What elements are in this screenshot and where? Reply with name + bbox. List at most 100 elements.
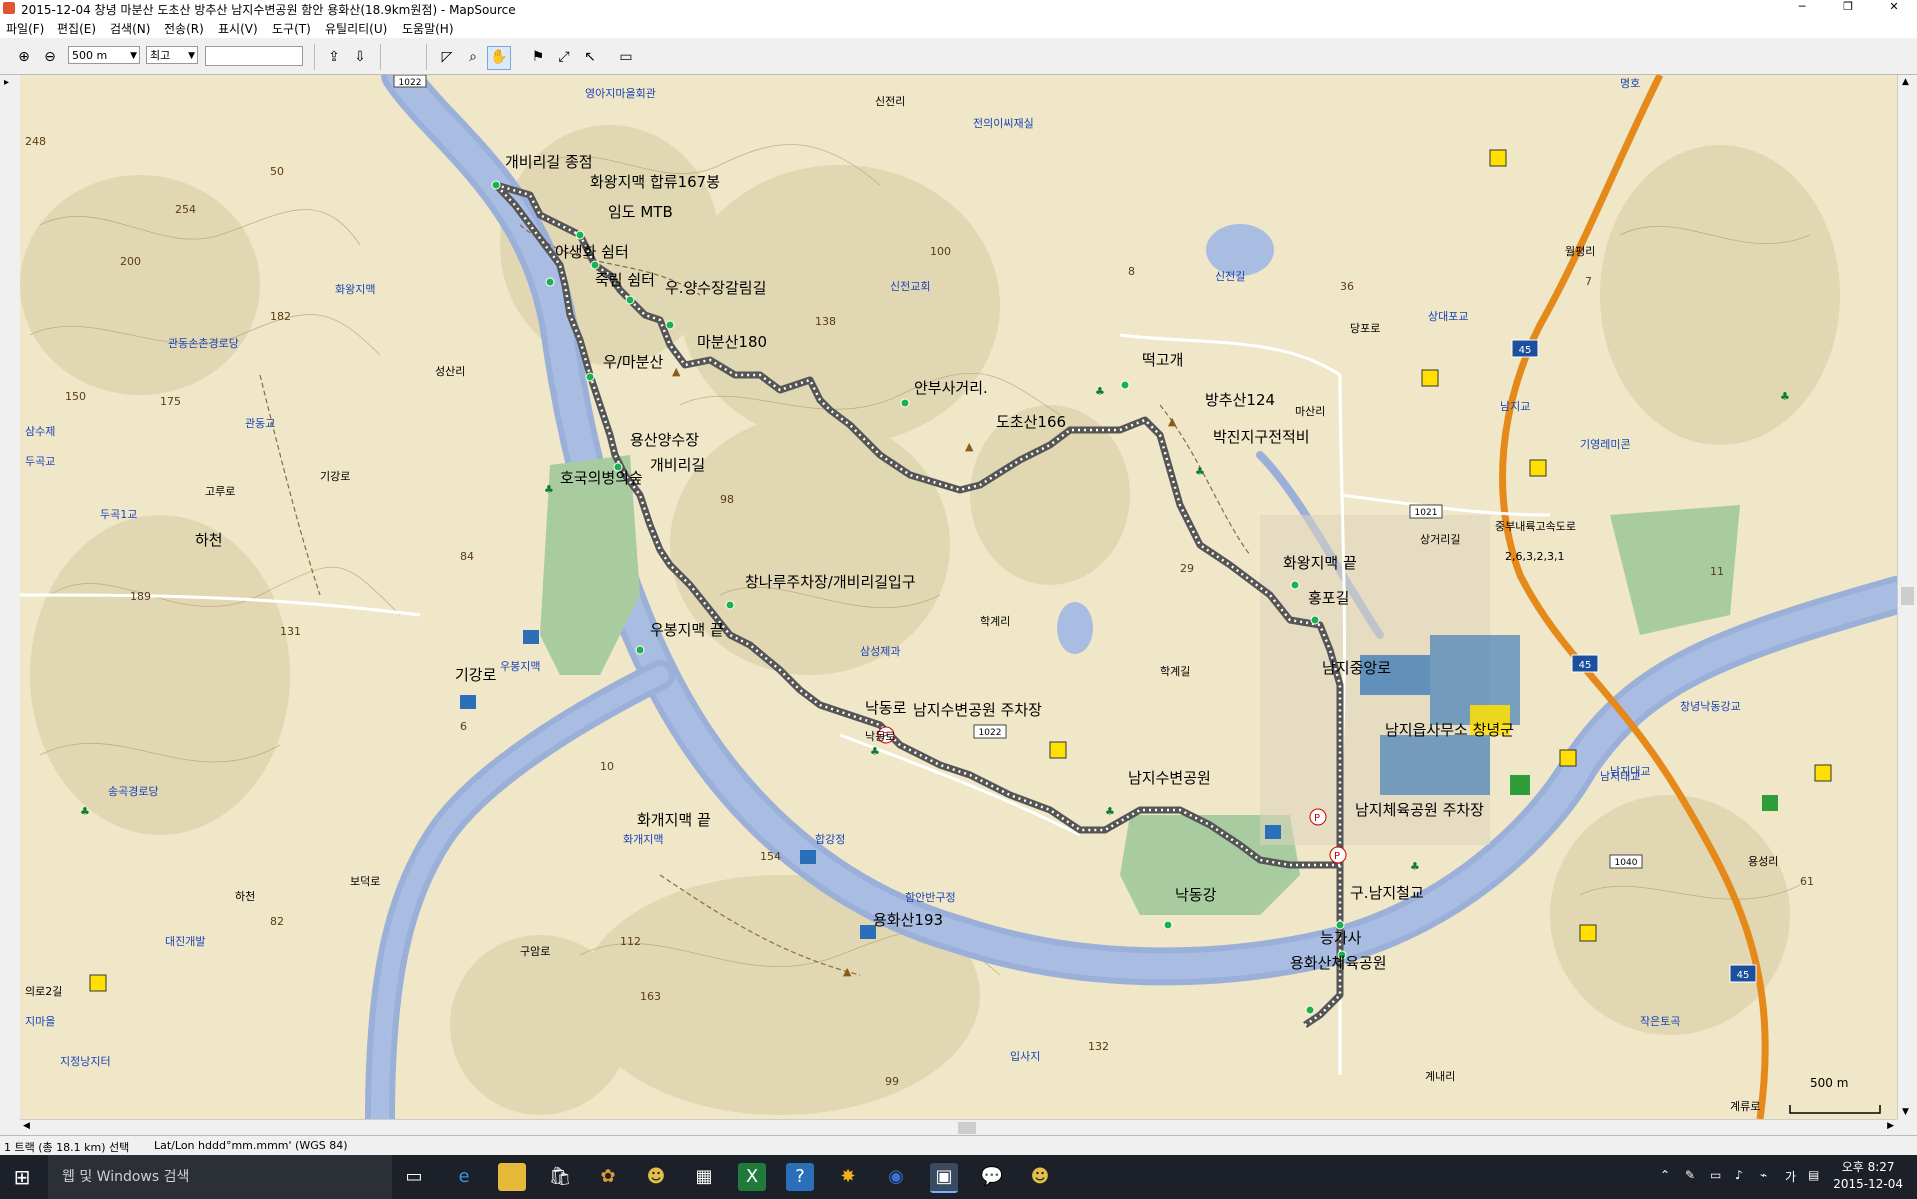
zoom-out-icon[interactable]: ⊖ xyxy=(38,46,62,70)
tray-app-icon[interactable]: ✎ xyxy=(1685,1168,1695,1182)
menu-file[interactable]: 파일(F) xyxy=(6,20,44,37)
route-tool-icon[interactable]: ⤢ xyxy=(552,46,576,70)
menu-tools[interactable]: 도구(T) xyxy=(272,20,311,37)
svg-text:▲: ▲ xyxy=(843,965,852,978)
app-icon[interactable]: ✿ xyxy=(594,1163,622,1191)
place-label: 합강정 xyxy=(815,833,845,846)
app-icon xyxy=(3,2,15,14)
messenger-icon[interactable]: 💬 xyxy=(978,1163,1006,1191)
elevation-number: 36 xyxy=(1340,280,1354,293)
start-windows-icon[interactable]: ⊞ xyxy=(8,1163,36,1191)
battery-icon[interactable]: ▭ xyxy=(1710,1168,1721,1182)
elevation-number: 112 xyxy=(620,935,641,948)
place-label: 낙동로 xyxy=(865,730,895,743)
system-clock[interactable]: 오후 8:27 2015-12-04 xyxy=(1833,1159,1903,1193)
notification-icon[interactable]: ▤ xyxy=(1808,1168,1819,1182)
svg-text:P: P xyxy=(1314,813,1320,824)
elevation-number: 7 xyxy=(1585,275,1592,288)
app-icon[interactable]: ✸ xyxy=(834,1163,862,1191)
menu-view[interactable]: 표시(V) xyxy=(218,20,258,37)
waypoint-tool-icon[interactable]: ⚑ xyxy=(526,46,550,70)
place-label: 관동교 xyxy=(245,417,275,430)
left-panel-strip: ▸ xyxy=(0,75,21,1135)
route-shield-45: 45 xyxy=(1571,654,1599,673)
map-view[interactable]: 1022 1022 1021 45 45 45 1040 ▲ ▲ ▲ ▲ ♣ ♣… xyxy=(20,75,1897,1119)
hand-tool-icon[interactable]: ✋ xyxy=(487,46,511,70)
file-explorer-icon[interactable] xyxy=(498,1163,526,1191)
place-label: 지마을 xyxy=(25,1015,55,1028)
app-icon[interactable]: ☻ xyxy=(1026,1163,1054,1191)
expand-panel-icon[interactable]: ▸ xyxy=(4,77,9,88)
place-label: 당포로 xyxy=(1350,322,1380,335)
excel-icon[interactable]: X xyxy=(738,1163,766,1191)
taskbar-search-input[interactable]: 웹 및 Windows 검색 xyxy=(48,1155,392,1199)
place-label: 용성리 xyxy=(1748,855,1778,868)
menu-utilities[interactable]: 유틸리티(U) xyxy=(325,20,387,37)
status-track-info: 1 트랙 (총 18.1 km) 선택 xyxy=(4,1141,130,1154)
place-label: 학계리 xyxy=(980,615,1010,628)
waypoint-label: 박진지구전적비 xyxy=(1213,428,1310,446)
place-label: 입사지 xyxy=(1010,1050,1040,1063)
waypoint-label: 용산양수장 xyxy=(630,431,699,449)
minimize-button[interactable]: ─ xyxy=(1779,0,1825,16)
send-to-device-icon[interactable]: ⇩ xyxy=(348,46,372,70)
zoom-scale-select[interactable]: 500 m ▼ xyxy=(68,46,140,64)
horizontal-scrollbar[interactable]: ◀ ▶ xyxy=(20,1119,1897,1136)
zoom-in-icon[interactable]: ⊕ xyxy=(12,46,36,70)
route-shield-45: 45 xyxy=(1511,339,1539,358)
toolbar: ⊕ ⊖ 500 m ▼ 최고 ▼ ⇪ ⇩ ◸ ⌕ ✋ ⚑ ⤢ ↖ ▭ xyxy=(0,38,1917,75)
waypoint-label: 남지읍사무소 창녕군 xyxy=(1385,721,1514,739)
mapsource-icon[interactable]: ▣ xyxy=(930,1163,958,1193)
elevation-number: 154 xyxy=(760,850,781,863)
elevation-number: 100 xyxy=(930,245,951,258)
menu-transfer[interactable]: 전송(R) xyxy=(164,20,204,37)
elevation-number: 150 xyxy=(65,390,86,403)
distance-tool-icon[interactable]: ▭ xyxy=(614,46,638,70)
detail-level-select[interactable]: 최고 ▼ xyxy=(146,46,198,64)
zoom-tool-icon[interactable]: ⌕ xyxy=(461,46,485,70)
place-label: 보덕로 xyxy=(350,875,380,888)
menu-search[interactable]: 검색(N) xyxy=(110,20,150,37)
receive-from-device-icon[interactable]: ⇪ xyxy=(322,46,346,70)
place-label: 중부내륙고속도로 xyxy=(1495,520,1576,533)
scroll-up-icon[interactable]: ▲ xyxy=(1902,77,1909,87)
restore-button[interactable]: ❐ xyxy=(1825,0,1871,16)
scroll-thumb[interactable] xyxy=(1901,587,1914,605)
place-label: 함안반구정 xyxy=(905,891,956,904)
app-icon[interactable]: ? xyxy=(786,1163,814,1191)
waypoint-label: 능가사 xyxy=(1320,929,1362,947)
store-icon[interactable]: 🛍 xyxy=(546,1163,574,1191)
network-icon[interactable]: ⌁ xyxy=(1760,1168,1767,1182)
find-input[interactable] xyxy=(205,46,303,66)
vertical-scrollbar[interactable]: ▲ ▼ xyxy=(1897,75,1917,1119)
waypoint-label: 남지체육공원 주차장 xyxy=(1355,801,1484,819)
route-shield-45: 45 xyxy=(1729,964,1757,983)
close-button[interactable]: ✕ xyxy=(1871,0,1917,16)
globe-icon[interactable]: ◉ xyxy=(882,1163,910,1191)
scroll-thumb[interactable] xyxy=(958,1122,976,1134)
waypoint-label: 죽림 쉼터 xyxy=(595,271,655,289)
svg-text:▲: ▲ xyxy=(1168,415,1177,428)
elevation-number: 8 xyxy=(1128,265,1135,278)
select-map-tool-icon[interactable]: ◸ xyxy=(435,46,459,70)
waypoint-label: 창나루주차장/개비리길입구 xyxy=(745,573,916,591)
tray-overflow-icon[interactable]: ⌃ xyxy=(1660,1168,1670,1182)
waypoint-label: 우/마분산 xyxy=(603,353,663,371)
scroll-left-icon[interactable]: ◀ xyxy=(23,1121,30,1131)
edge-browser-icon[interactable]: e xyxy=(450,1163,478,1191)
scroll-down-icon[interactable]: ▼ xyxy=(1902,1107,1909,1117)
menu-edit[interactable]: 편집(E) xyxy=(57,20,96,37)
calculator-icon[interactable]: ▦ xyxy=(690,1163,718,1191)
place-label: 남지대교 xyxy=(1610,765,1650,778)
menu-help[interactable]: 도움말(H) xyxy=(402,20,454,37)
ime-indicator[interactable]: 가 xyxy=(1785,1168,1796,1185)
app-icon[interactable]: ☻ xyxy=(642,1163,670,1191)
elevation-number: 200 xyxy=(120,255,141,268)
svg-text:1040: 1040 xyxy=(1615,858,1638,868)
waypoint-label: 도초산166 xyxy=(996,413,1066,431)
map-canvas[interactable]: 1022 1022 1021 45 45 45 1040 ▲ ▲ ▲ ▲ ♣ ♣… xyxy=(20,75,1897,1119)
selection-tool-icon[interactable]: ↖ xyxy=(578,46,602,70)
scroll-right-icon[interactable]: ▶ xyxy=(1887,1121,1894,1131)
volume-icon[interactable]: ♪ xyxy=(1735,1168,1743,1182)
task-view-icon[interactable]: ▭ xyxy=(400,1163,428,1191)
